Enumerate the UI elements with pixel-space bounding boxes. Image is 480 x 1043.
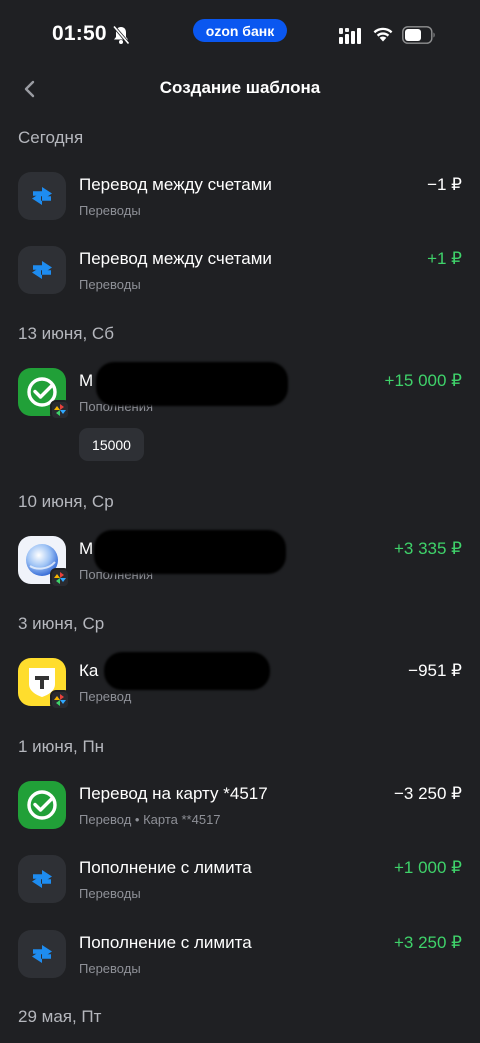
transaction-title: М (79, 539, 94, 558)
transaction-amount: −951 ₽ (408, 661, 462, 680)
page-title: Создание шаблона (159, 78, 321, 97)
redaction-overlay (94, 530, 286, 574)
transaction-row[interactable]: М Пополнения +3 335 ₽ (0, 530, 480, 610)
transaction-amount: −3 250 ₽ (393, 784, 462, 803)
transaction-amount: +15 000 ₽ (384, 371, 462, 390)
bell-muted-icon (112, 25, 130, 45)
transaction-tag-chip[interactable]: 15000 (79, 428, 144, 461)
transaction-row[interactable]: Пополнение с лимита Переводы +1 000 ₽ (0, 855, 480, 929)
nav-bar: Создание шаблона (0, 64, 480, 114)
transaction-row[interactable]: Ка Перевод −951 ₽ (0, 652, 480, 732)
pinwheel-badge-icon (50, 400, 70, 420)
section-date: 10 июня, Ср (18, 492, 114, 511)
transaction-row[interactable]: Перевод на карту *4517 Перевод • Карта *… (0, 781, 480, 855)
transaction-category: Перевод (79, 689, 132, 704)
transaction-title: Перевод между счетами (79, 249, 272, 268)
section-date: 13 июня, Сб (18, 324, 114, 343)
status-bar: 01:50 ozon банк (0, 0, 480, 64)
transaction-amount: +3 335 ₽ (393, 539, 462, 558)
status-time: 01:50 (52, 22, 107, 45)
transaction-amount: −1 ₽ (427, 175, 462, 194)
transaction-category: Переводы (79, 961, 141, 976)
transaction-row[interactable]: Перевод между счетами Переводы −1 ₽ (0, 172, 480, 246)
transaction-title: Пополнение с лимита (79, 858, 252, 877)
redaction-overlay (104, 652, 270, 690)
pinwheel-badge-icon (50, 690, 70, 710)
cellular-signal-icon (339, 28, 361, 44)
transaction-category: Переводы (79, 203, 141, 218)
transaction-title: Перевод между счетами (79, 175, 272, 194)
transfer-arrows-icon (18, 172, 66, 220)
transaction-row[interactable]: Перевод между счетами Переводы +1 ₽ (0, 246, 480, 320)
section-date: 1 июня, Пн (18, 737, 105, 756)
battery-icon (402, 26, 435, 44)
section-date: Сегодня (18, 128, 84, 147)
transaction-amount: +1 000 ₽ (393, 858, 462, 877)
transaction-title: Перевод на карту *4517 (79, 784, 268, 803)
transaction-row[interactable]: Пополнение с лимита Переводы +3 250 ₽ (0, 930, 480, 1004)
transfer-arrows-icon (18, 246, 66, 294)
sber-logo-icon (18, 781, 66, 829)
section-date: 29 мая, Пт (18, 1007, 102, 1026)
transaction-row[interactable]: М Пополнения +15 000 ₽ 15000 (0, 362, 480, 468)
ozon-bank-pill[interactable]: ozon банк (193, 19, 287, 42)
pinwheel-badge-icon (50, 568, 70, 588)
transaction-amount: +1 ₽ (427, 249, 462, 268)
transaction-title: Ка (79, 661, 99, 680)
transaction-title: М (79, 371, 94, 390)
redaction-overlay (96, 362, 288, 406)
transaction-title: Пополнение с лимита (79, 933, 252, 952)
transfer-arrows-icon (18, 930, 66, 978)
section-date: 3 июня, Ср (18, 614, 105, 633)
transaction-amount: +3 250 ₽ (393, 933, 462, 952)
transaction-category: Переводы (79, 277, 141, 292)
transaction-category: Перевод • Карта **4517 (79, 812, 221, 827)
wifi-icon (373, 27, 393, 42)
transfer-arrows-icon (18, 855, 66, 903)
transaction-category: Переводы (79, 886, 141, 901)
